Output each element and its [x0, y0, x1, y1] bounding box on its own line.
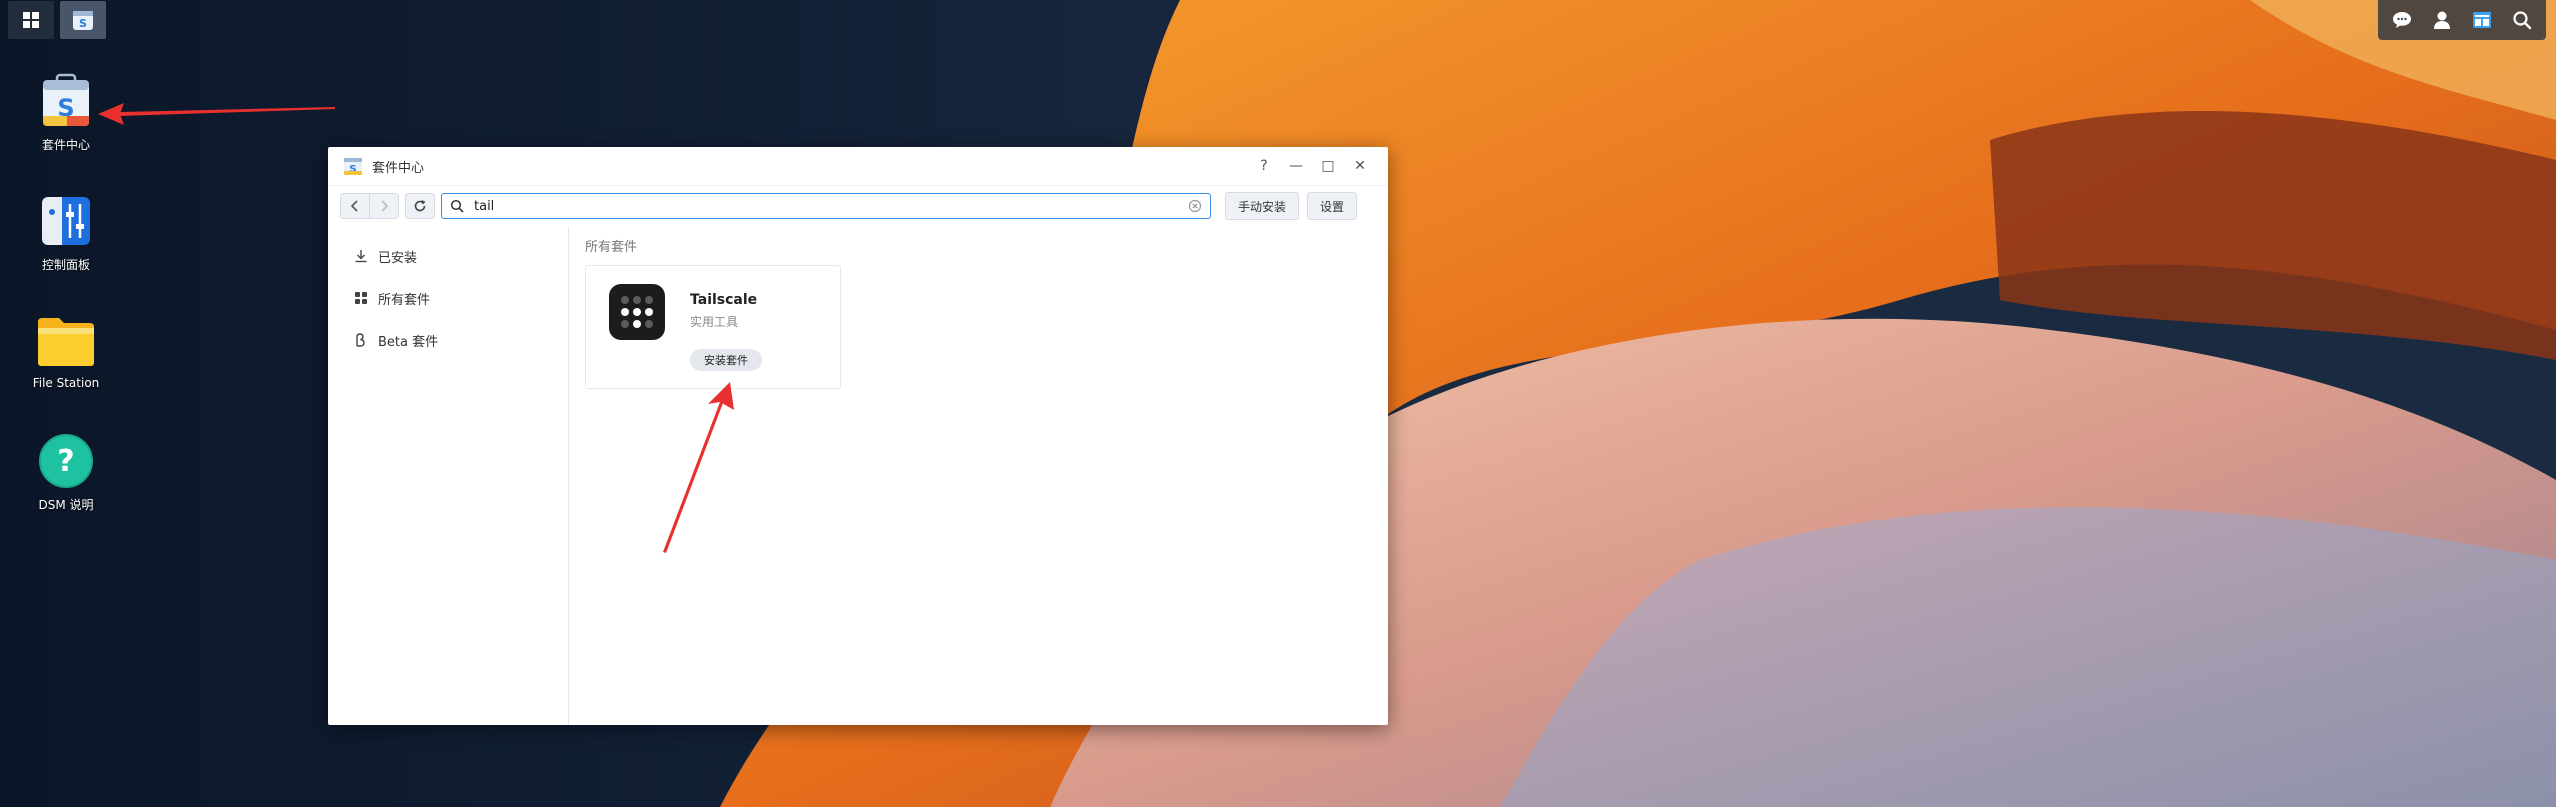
desktop-icon-label: 套件中心: [41, 138, 90, 152]
taskbar-package-center-button[interactable]: S: [60, 1, 106, 39]
window-title: 套件中心: [372, 160, 425, 176]
desktop-icon-label: 控制面板: [41, 258, 90, 272]
help-icon: ?: [39, 434, 93, 488]
svg-text:S: S: [79, 17, 87, 30]
sidebar-item-installed[interactable]: 已安装: [328, 235, 568, 277]
close-button[interactable]: ✕: [1346, 152, 1374, 180]
install-package-button[interactable]: 安装套件: [690, 349, 762, 371]
beta-icon: [356, 333, 365, 347]
chat-icon: [2393, 12, 2411, 28]
package-center-icon: S: [344, 158, 362, 175]
desktop-icon-control-panel[interactable]: 控制面板: [11, 190, 121, 273]
window-content: 已安装 所有套件 Beta 套件 所有套件 Tailscale 实用工具 安装套…: [328, 227, 1388, 725]
user-icon: [2434, 11, 2450, 29]
taskbar-left: S: [8, 1, 106, 39]
search-icon: [2513, 11, 2532, 30]
widgets-button[interactable]: [2462, 0, 2502, 40]
package-category: 实用工具: [690, 315, 739, 329]
search-field[interactable]: [441, 193, 1211, 219]
chevron-left-icon: [350, 200, 358, 212]
window-titlebar[interactable]: S 套件中心 ? — □ ✕: [328, 147, 1388, 186]
clear-icon[interactable]: [1188, 199, 1202, 213]
package-center-icon: S: [43, 73, 89, 126]
search-input[interactable]: [472, 197, 1188, 215]
sidebar-item-label: 所有套件: [378, 292, 431, 308]
window-toolbar: 手动安装 设置: [328, 186, 1388, 226]
sidebar-item-all-packages[interactable]: 所有套件: [328, 277, 568, 319]
settings-button[interactable]: 设置: [1307, 192, 1358, 220]
desktop-icon-label: DSM 说明: [38, 498, 94, 512]
widgets-icon: [2473, 12, 2491, 28]
main-menu-button[interactable]: [8, 1, 54, 39]
window-controls: ? — □ ✕: [1250, 152, 1374, 180]
main-menu-icon: [23, 12, 39, 28]
package-center-window: S 套件中心 ? — □ ✕ tail 手动安装 设置 已安装 所有套件 Bet…: [328, 147, 1388, 725]
sidebar-item-label: Beta 套件: [378, 334, 439, 350]
download-icon: [355, 250, 367, 263]
desktop-icon-label: File Station: [32, 376, 100, 390]
package-center-icon: S: [73, 11, 93, 30]
minimize-button[interactable]: —: [1282, 152, 1310, 180]
chevron-right-icon: [381, 200, 389, 212]
sidebar-item-beta[interactable]: Beta 套件: [328, 319, 568, 361]
taskbar-right: [2378, 0, 2546, 40]
package-name: Tailscale: [690, 292, 758, 308]
desktop-icon-dsm-help[interactable]: ? DSM 说明: [11, 430, 121, 513]
forward-button[interactable]: [369, 194, 398, 218]
search-button[interactable]: [2502, 0, 2542, 40]
folder-icon: [38, 318, 94, 366]
desktop-icon-package-center[interactable]: S 套件中心: [11, 70, 121, 153]
refresh-button[interactable]: [405, 193, 435, 219]
maximize-button[interactable]: □: [1314, 152, 1342, 180]
section-title: 所有套件: [585, 239, 638, 255]
help-button[interactable]: ?: [1250, 152, 1278, 180]
back-button[interactable]: [341, 194, 369, 218]
chat-button[interactable]: [2382, 0, 2422, 40]
svg-text:?: ?: [57, 444, 74, 479]
control-panel-icon: [42, 197, 90, 245]
sidebar: 已安装 所有套件 Beta 套件: [328, 227, 569, 725]
nav-buttons: [340, 193, 399, 219]
search-icon: [450, 199, 464, 213]
grid-icon: [355, 292, 367, 304]
manual-install-button[interactable]: 手动安装: [1225, 192, 1300, 220]
refresh-icon: [414, 200, 426, 212]
tailscale-icon: [609, 284, 665, 340]
user-button[interactable]: [2422, 0, 2462, 40]
main-panel: 所有套件 Tailscale 实用工具 安装套件: [569, 227, 1388, 725]
sidebar-item-label: 已安装: [378, 250, 418, 266]
package-card-tailscale[interactable]: Tailscale 实用工具 安装套件: [585, 265, 841, 389]
desktop-icon-file-station[interactable]: File Station: [11, 310, 121, 390]
